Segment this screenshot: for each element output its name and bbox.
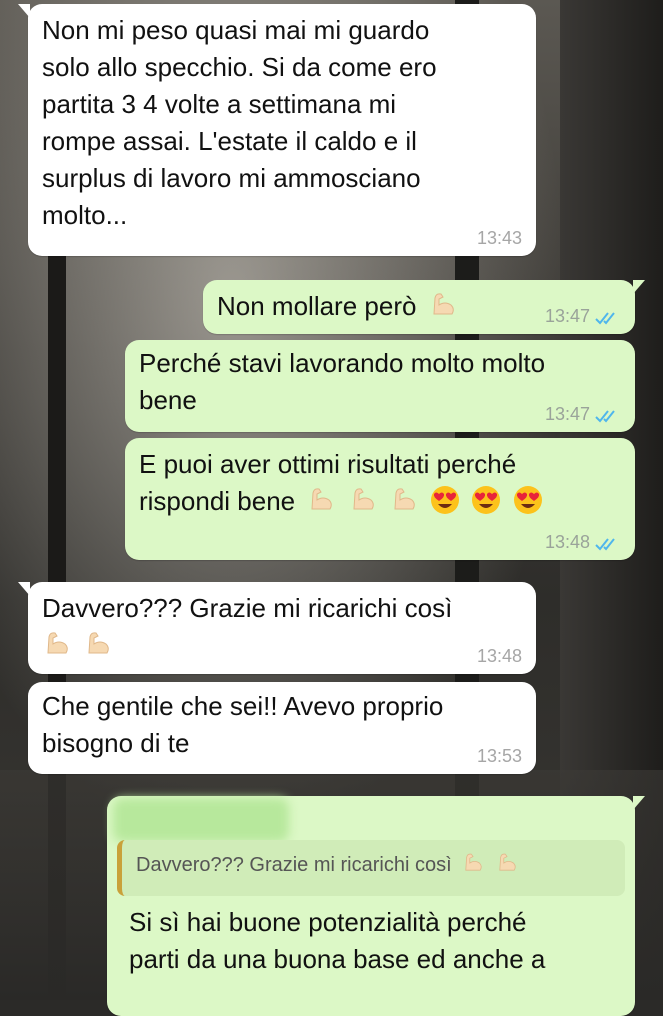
flexed-biceps-icon [306, 485, 336, 515]
sender-name-redacted [113, 798, 289, 842]
quoted-text: Davvero??? Grazie mi ricarichi così [136, 854, 452, 876]
message-meta: 13:47 [545, 404, 621, 424]
message-outgoing-reply[interactable]: Davvero??? Grazie mi ricarichi così Si s… [107, 796, 645, 1016]
read-ticks-icon [595, 309, 621, 325]
message-text: Non mi peso quasi mai mi guardo solo all… [42, 15, 437, 230]
quoted-message[interactable]: Davvero??? Grazie mi ricarichi così [117, 840, 625, 896]
message-time: 13:48 [476, 646, 522, 666]
message-time: 13:43 [476, 228, 522, 248]
message-meta: 13:53 [477, 746, 522, 766]
read-ticks-icon [595, 407, 621, 423]
message-text: Che gentile che sei!! Avevo proprio biso… [42, 691, 444, 758]
message-text: E puoi aver ottimi risultati perché risp… [139, 446, 621, 520]
message-text: Non mollare però [217, 291, 417, 321]
heart-eyes-icon [471, 485, 501, 515]
flexed-biceps-icon [495, 851, 519, 875]
flexed-biceps-icon [389, 485, 419, 515]
message-meta: 13:48 [545, 532, 621, 552]
flexed-biceps-icon [428, 290, 458, 320]
message-time: 13:48 [544, 532, 590, 552]
message-outgoing[interactable]: E puoi aver ottimi risultati perché risp… [125, 438, 635, 560]
heart-eyes-icon [430, 485, 460, 515]
message-time: 13:47 [544, 404, 590, 424]
heart-eyes-icon [513, 485, 543, 515]
flexed-biceps-icon [348, 485, 378, 515]
flexed-biceps-icon [461, 851, 485, 875]
read-ticks-icon [595, 535, 621, 551]
message-incoming[interactable]: Che gentile che sei!! Avevo proprio biso… [28, 682, 536, 774]
message-time: 13:47 [544, 306, 590, 326]
message-meta: 13:47 [545, 306, 621, 326]
flexed-biceps-icon [42, 629, 72, 659]
message-outgoing[interactable]: Non mollare però 13:47 [203, 280, 645, 334]
message-incoming[interactable]: Davvero??? Grazie mi ricarichi così 13:4… [18, 582, 536, 674]
message-outgoing[interactable]: Perché stavi lavorando molto molto bene … [125, 340, 635, 432]
message-meta: 13:48 [477, 646, 522, 666]
message-text: Davvero??? Grazie mi ricarichi così [42, 590, 522, 664]
message-text: Si sì hai buone potenzialità perché part… [129, 907, 546, 974]
message-incoming[interactable]: Non mi peso quasi mai mi guardo solo all… [18, 4, 536, 256]
message-time: 13:53 [476, 746, 522, 766]
flexed-biceps-icon [83, 629, 113, 659]
message-meta: 13:43 [477, 228, 522, 248]
